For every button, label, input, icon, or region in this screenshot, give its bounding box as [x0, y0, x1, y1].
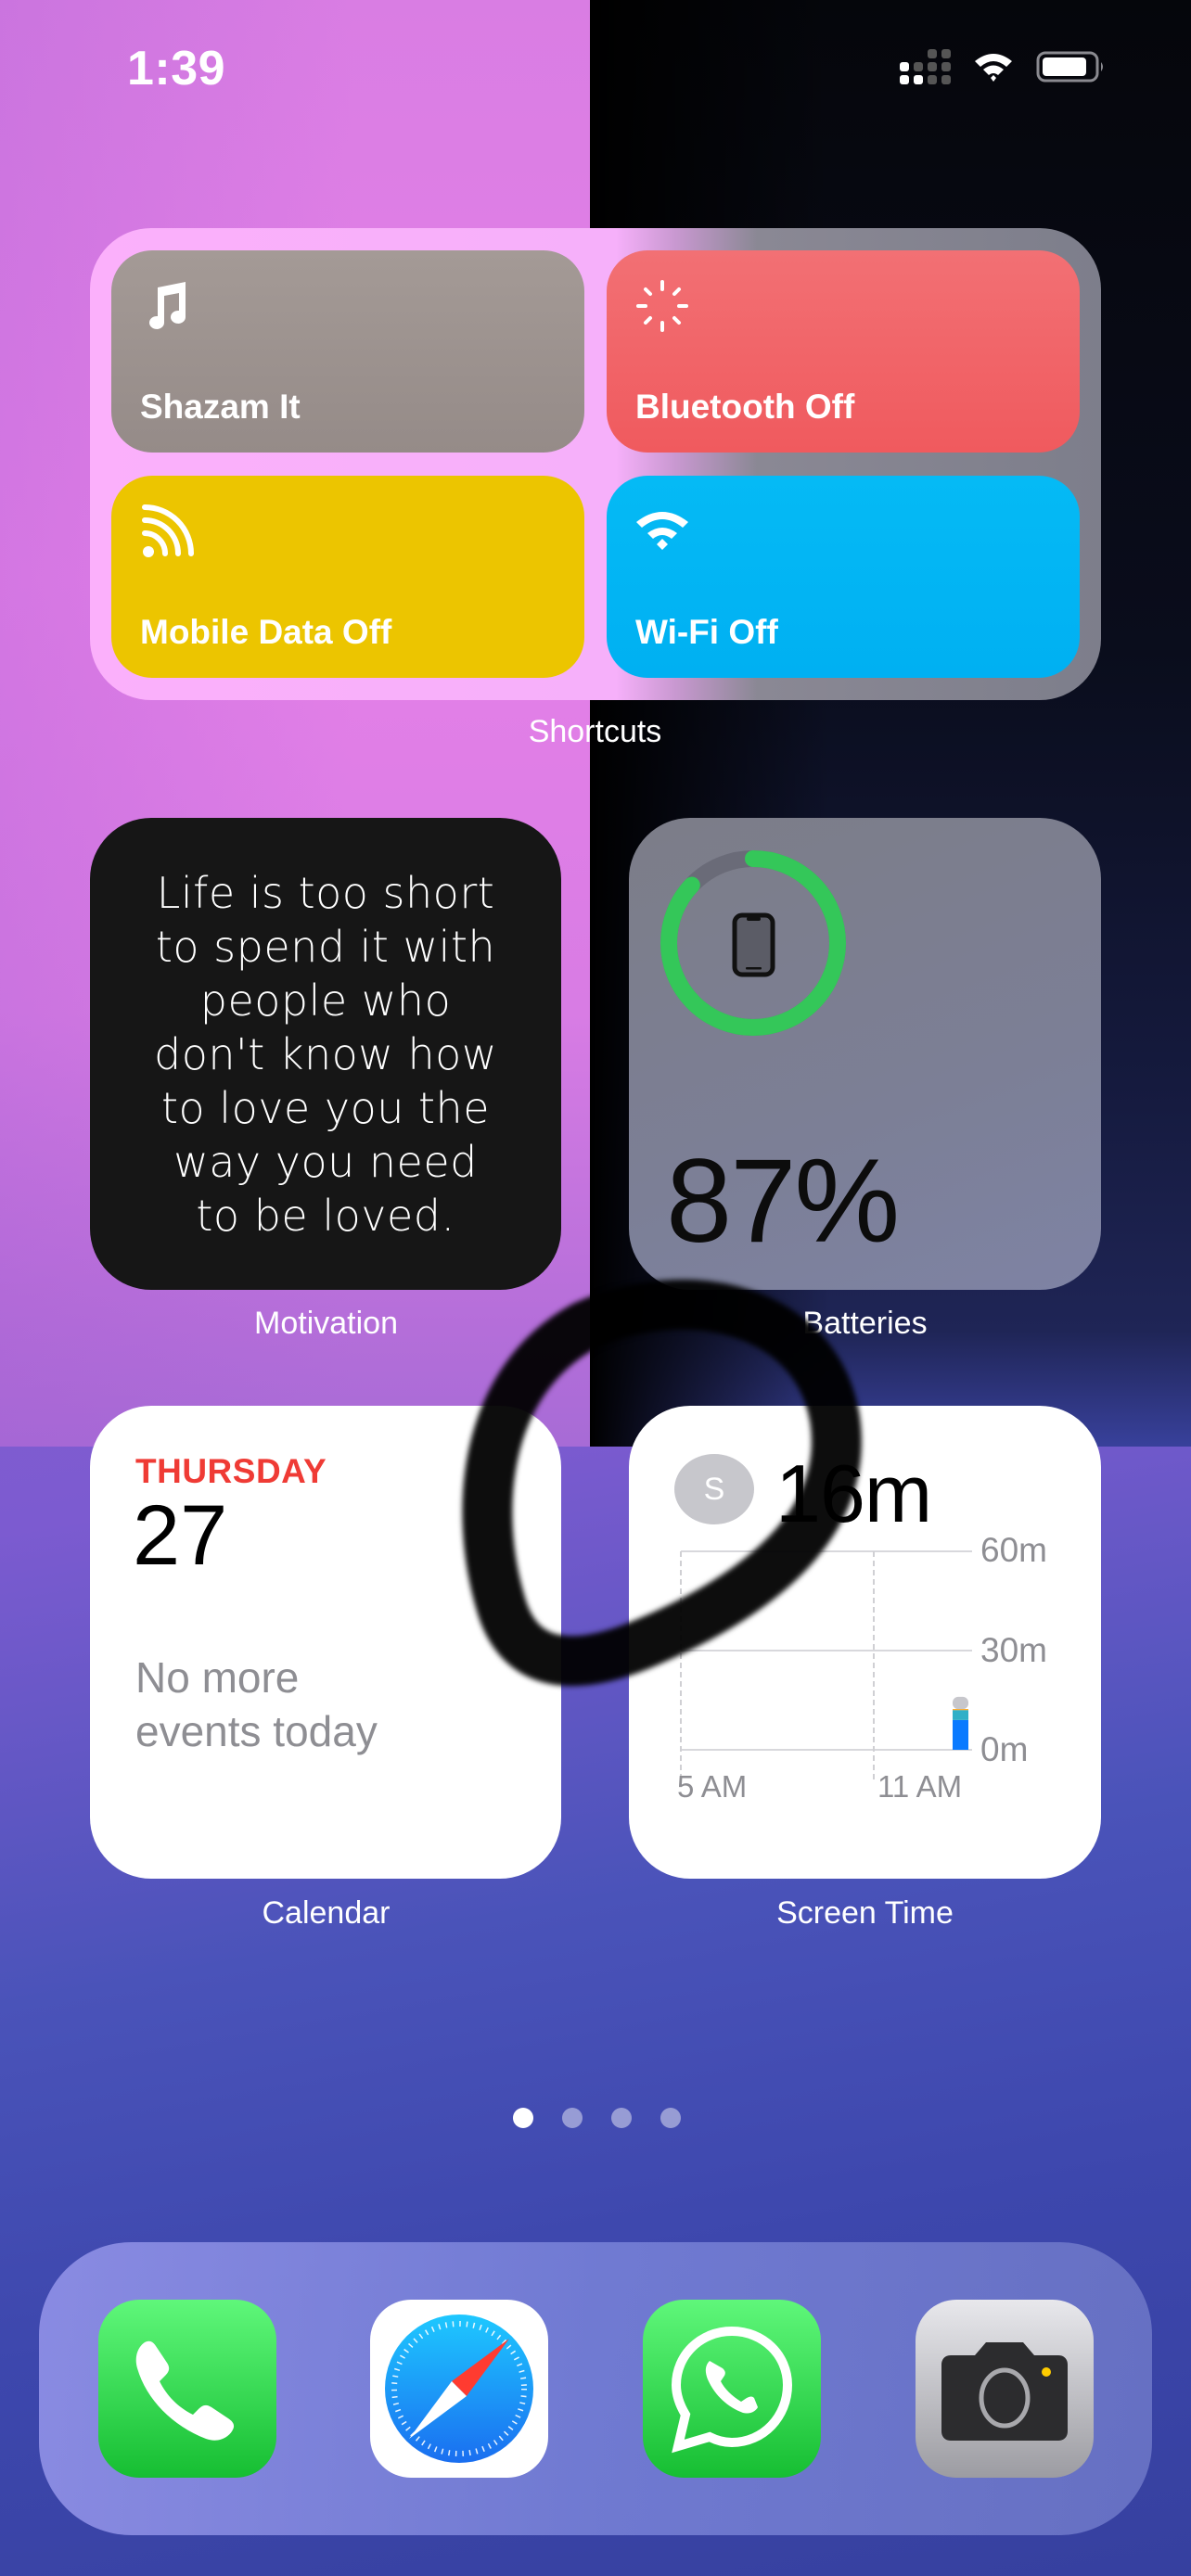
wifi-icon	[636, 512, 688, 550]
quote-line: to be loved.	[196, 1191, 455, 1241]
calendar-widget-label: Calendar	[262, 1895, 391, 1931]
screen-time-widget-label: Screen Time	[776, 1895, 954, 1931]
motivation-quote: Life is too short to spend it with people …	[90, 866, 561, 1243]
shortcut-bluetooth-off[interactable]: Bluetooth Off	[607, 250, 1080, 453]
page-indicator[interactable]	[513, 2108, 681, 2128]
quote-line: way you need	[173, 1137, 478, 1187]
page-dot[interactable]	[513, 2108, 533, 2128]
batteries-widget[interactable]: 87%	[629, 818, 1101, 1290]
bar-segment-orange	[953, 1709, 968, 1711]
status-time: 1:39	[127, 42, 226, 96]
shortcut-label: Wi-Fi Off	[635, 613, 778, 651]
y-tick-label: 60m	[980, 1531, 1047, 1569]
shortcut-label: Bluetooth Off	[635, 388, 855, 426]
mobile-data-icon	[142, 504, 194, 557]
shortcuts-widget-label: Shortcuts	[528, 714, 662, 749]
battery-ring	[660, 850, 846, 1036]
calendar-events-text: No more events today	[135, 1653, 378, 1755]
quote-line: Life is too short	[156, 868, 495, 918]
dock	[39, 2242, 1152, 2535]
music-note-icon	[149, 282, 186, 329]
quote-line: people who	[199, 976, 452, 1026]
calendar-weekday: THURSDAY	[135, 1452, 327, 1490]
quote-line: to love you the	[160, 1083, 490, 1133]
safari-app-icon[interactable]	[370, 2300, 548, 2478]
cellular-signal-icon	[900, 49, 951, 84]
iphone-icon	[732, 912, 775, 977]
whatsapp-app-icon[interactable]	[643, 2300, 821, 2478]
phone-app-icon[interactable]	[98, 2300, 276, 2478]
page-dot[interactable]	[562, 2108, 583, 2128]
battery-percent: 87%	[666, 1135, 900, 1268]
bar-segment-blue	[953, 1719, 968, 1750]
y-tick-label: 0m	[980, 1730, 1029, 1768]
quote-line: to spend it with	[155, 922, 496, 972]
screen-time-widget[interactable]: S 16m 60m 30m 0m 5 AM 11 AM	[629, 1406, 1101, 1879]
shortcut-shazam-it[interactable]: Shazam It	[111, 250, 584, 453]
motivation-widget[interactable]: Life is too short to spend it with people …	[90, 818, 561, 1290]
battery-status-icon	[1036, 51, 1103, 83]
wifi-status-icon	[975, 54, 1012, 82]
page-dot[interactable]	[611, 2108, 632, 2128]
bar-segment-teal	[953, 1710, 968, 1720]
shortcut-wifi-off[interactable]: Wi-Fi Off	[607, 476, 1080, 678]
motivation-widget-label: Motivation	[254, 1306, 398, 1341]
x-tick-label: 5 AM	[677, 1769, 748, 1804]
shortcuts-widget: Shazam It Bluetooth Off Mobile Data Off …	[90, 228, 1101, 700]
y-tick-label: 30m	[980, 1631, 1047, 1669]
calendar-widget[interactable]: THURSDAY 27 No more events today	[90, 1406, 561, 1879]
status-icons	[900, 48, 1107, 85]
x-tick-label: 11 AM	[877, 1769, 963, 1804]
shortcut-label: Mobile Data Off	[140, 613, 392, 651]
bar-segment-gray	[953, 1696, 968, 1710]
calendar-date: 27	[133, 1488, 228, 1583]
shortcut-label: Shazam It	[140, 388, 301, 426]
quote-line: don't know how	[154, 1029, 497, 1079]
camera-app-icon[interactable]	[916, 2300, 1094, 2478]
bluetooth-sparkle-icon	[636, 280, 688, 332]
batteries-widget-label: Batteries	[802, 1306, 928, 1341]
page-dot[interactable]	[660, 2108, 681, 2128]
shortcut-mobile-data-off[interactable]: Mobile Data Off	[111, 476, 584, 678]
